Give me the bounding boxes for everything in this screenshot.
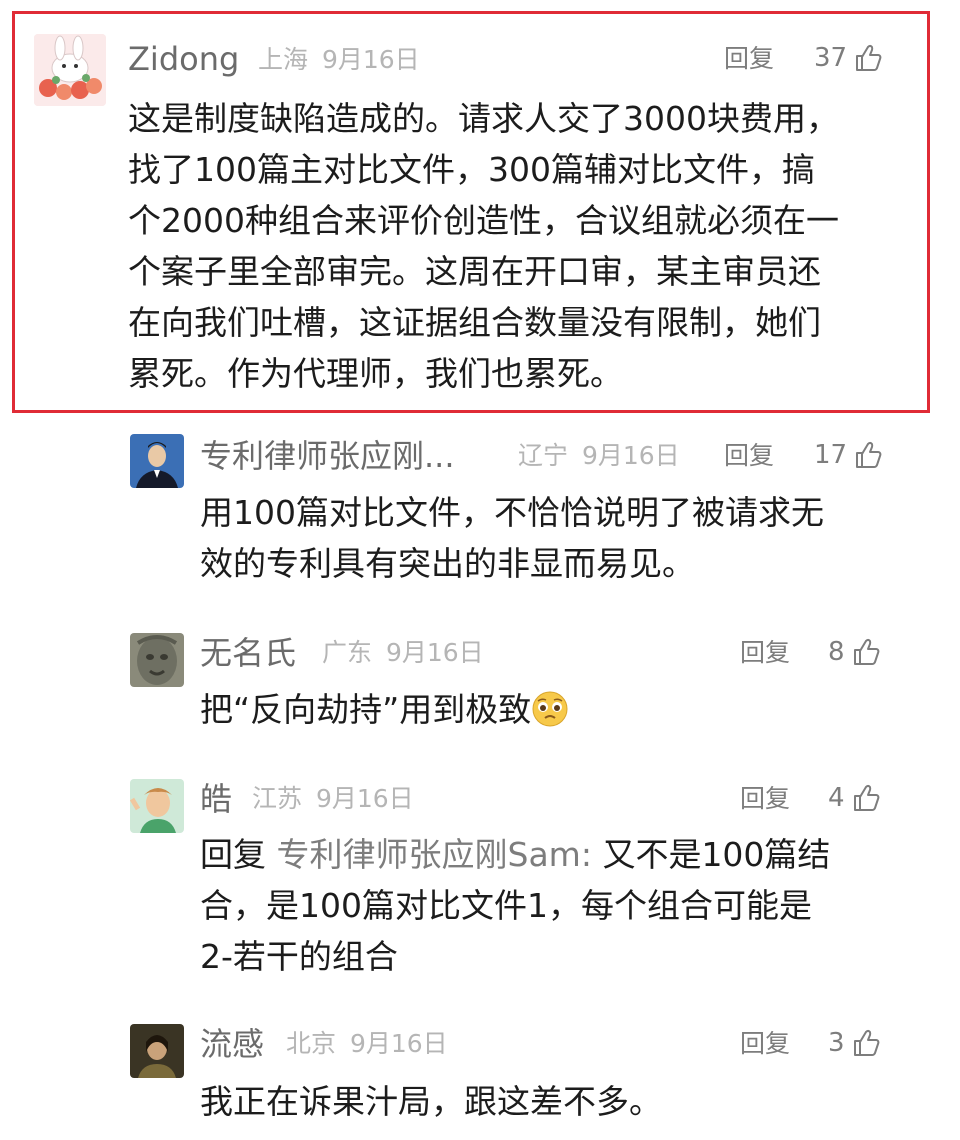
like-button[interactable]: 4	[828, 778, 881, 818]
location: 辽宁	[518, 441, 569, 470]
reply-button[interactable]: 回复	[724, 39, 774, 79]
pleading-face-emoji	[532, 691, 568, 727]
comment-meta: 辽宁 9月16日	[518, 436, 680, 476]
location: 北京	[286, 1029, 337, 1058]
comment-line: 个案子里全部审完。这周在开口审，某主审员还	[128, 252, 821, 291]
date: 9月16日	[321, 45, 420, 74]
date: 9月16日	[385, 638, 484, 667]
author-name[interactable]: Zidong	[128, 39, 239, 79]
like-count: 8	[828, 637, 845, 667]
thumbs-up-icon	[853, 785, 879, 811]
avatar[interactable]	[130, 779, 184, 833]
avatar[interactable]	[130, 1024, 184, 1078]
like-button[interactable]: 8	[828, 632, 881, 672]
like-count: 37	[814, 43, 848, 73]
reply-button[interactable]: 回复	[740, 779, 790, 819]
like-count: 17	[814, 440, 848, 470]
comment-line: 效的专利具有突出的非显而易见。	[200, 544, 695, 583]
thumbs-up-icon	[856, 442, 882, 468]
author-name[interactable]: 皓	[200, 779, 232, 819]
comment-line: 这是制度缺陷造成的。请求人交了3000块费用，	[128, 99, 839, 138]
comment-body: 我正在诉果汁局，跟这差不多。	[200, 1076, 662, 1127]
like-count: 4	[828, 783, 845, 813]
reply-button[interactable]: 回复	[740, 1024, 790, 1064]
comment-body: 用100篇对比文件，不恰恰说明了被请求无 效的专利具有突出的非显而易见。	[200, 487, 824, 589]
comment-line: 把“反向劫持”用到极致	[200, 684, 569, 735]
comment-body: 把“反向劫持”用到极致	[200, 684, 569, 735]
like-button[interactable]: 37	[814, 38, 883, 78]
reply-button[interactable]: 回复	[724, 436, 774, 476]
reply-button[interactable]: 回复	[740, 633, 790, 673]
date: 9月16日	[349, 1029, 448, 1058]
comment-text: 把“反向劫持”用到极致	[200, 690, 532, 729]
location: 上海	[258, 45, 309, 74]
comment-line: 回复 专利律师张应刚Sam: 又不是100篇结	[200, 829, 830, 880]
author-name[interactable]: 专利律师张应刚...	[200, 436, 455, 476]
date: 9月16日	[315, 784, 414, 813]
comment-meta: 上海 9月16日	[258, 40, 420, 80]
comment-body: 回复 专利律师张应刚Sam: 又不是100篇结 合，是100篇对比文件1，每个组…	[200, 829, 830, 982]
like-button[interactable]: 17	[814, 435, 883, 475]
avatar[interactable]	[130, 434, 184, 488]
comment-line: 个2000种组合来评价创造性，合议组就必须在一	[128, 201, 839, 240]
comment-meta: 广东 9月16日	[322, 633, 484, 673]
avatar[interactable]	[130, 633, 184, 687]
thumbs-up-icon	[853, 1030, 879, 1056]
date: 9月16日	[581, 441, 680, 470]
comment-text: 又不是100篇结	[602, 835, 831, 874]
comment-line: 合，是100篇对比文件1，每个组合可能是	[200, 886, 812, 925]
comment-line: 累死。作为代理师，我们也累死。	[128, 354, 623, 393]
comment-line: 用100篇对比文件，不恰恰说明了被请求无	[200, 493, 824, 532]
reply-target-link[interactable]: 专利律师张应刚Sam:	[277, 835, 592, 874]
author-name[interactable]: 流感	[200, 1024, 264, 1064]
like-count: 3	[828, 1028, 845, 1058]
comment-line: 2-若干的组合	[200, 937, 398, 976]
comment-meta: 江苏 9月16日	[252, 779, 414, 819]
avatar[interactable]	[34, 34, 106, 106]
thumbs-up-icon	[853, 639, 879, 665]
comment-line: 找了100篇主对比文件，300篇辅对比文件，搞	[128, 150, 815, 189]
like-button[interactable]: 3	[828, 1023, 881, 1063]
comment-line: 我正在诉果汁局，跟这差不多。	[200, 1082, 662, 1121]
location: 江苏	[252, 784, 303, 813]
comment-meta: 北京 9月16日	[286, 1024, 448, 1064]
reply-prefix: 回复	[200, 835, 266, 874]
author-name[interactable]: 无名氏	[200, 633, 296, 673]
comment-body: 这是制度缺陷造成的。请求人交了3000块费用， 找了100篇主对比文件，300篇…	[128, 93, 839, 399]
thumbs-up-icon	[856, 45, 882, 71]
comment-line: 在向我们吐槽，这证据组合数量没有限制，她们	[128, 303, 821, 342]
location: 广东	[322, 638, 373, 667]
